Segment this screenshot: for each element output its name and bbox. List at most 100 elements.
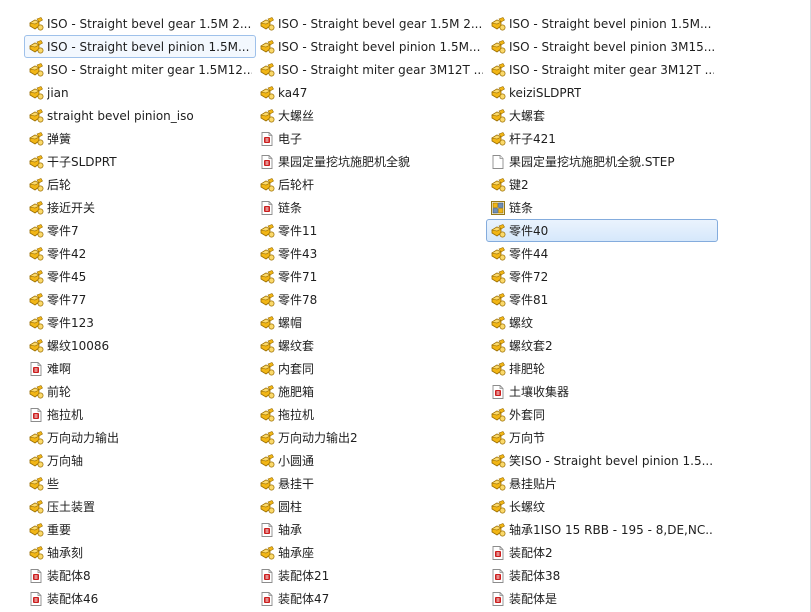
file-item[interactable]: jian — [24, 81, 256, 104]
file-item[interactable]: 轴承1ISO 15 RBB - 195 - 8,DE,NC... — [486, 518, 718, 541]
solidworks-drawing-icon — [490, 384, 506, 400]
file-item[interactable]: 零件11 — [255, 219, 487, 242]
file-item[interactable]: 零件7 — [24, 219, 256, 242]
file-item[interactable]: 果园定量挖坑施肥机全貌 — [255, 150, 487, 173]
file-item-label: 弹簧 — [47, 132, 72, 146]
file-item[interactable]: 压土装置 — [24, 495, 256, 518]
file-item[interactable]: 些 — [24, 472, 256, 495]
solidworks-part-icon — [259, 315, 275, 331]
file-item[interactable]: 外套同 — [486, 403, 718, 426]
file-item[interactable]: 果园定量挖坑施肥机全貌.STEP — [486, 150, 718, 173]
file-item[interactable]: keiziSLDPRT — [486, 81, 718, 104]
file-item-label: 圆柱 — [278, 500, 303, 514]
file-item[interactable]: 零件43 — [255, 242, 487, 265]
file-item[interactable]: ka47 — [255, 81, 487, 104]
file-item-label: 拖拉机 — [278, 408, 315, 422]
file-item[interactable]: 杆子421 — [486, 127, 718, 150]
file-item[interactable]: 轴承 — [255, 518, 487, 541]
file-item[interactable]: 万向节 — [486, 426, 718, 449]
file-item-label: ISO - Straight miter gear 1.5M12... — [47, 63, 252, 77]
solidworks-part-icon — [28, 39, 44, 55]
file-item-label: 小圆通 — [278, 454, 315, 468]
file-item-label: 土壤收集器 — [509, 385, 570, 399]
file-item[interactable]: 后轮 — [24, 173, 256, 196]
solidworks-part-icon — [259, 476, 275, 492]
file-item[interactable]: 大螺丝 — [255, 104, 487, 127]
file-item[interactable]: 万向轴 — [24, 449, 256, 472]
file-item[interactable]: 装配体2 — [486, 541, 718, 564]
file-item[interactable]: 装配体46 — [24, 587, 256, 610]
file-item[interactable]: 接近开关 — [24, 196, 256, 219]
file-item[interactable]: 排肥轮 — [486, 357, 718, 380]
file-item[interactable]: 万向动力输出2 — [255, 426, 487, 449]
file-item-label: 重要 — [47, 523, 72, 537]
file-item[interactable]: ISO - Straight miter gear 3M12T ... — [486, 58, 718, 81]
file-item[interactable]: 螺帽 — [255, 311, 487, 334]
file-item[interactable]: 轴承刻 — [24, 541, 256, 564]
file-item[interactable]: 圆柱 — [255, 495, 487, 518]
file-item[interactable]: ISO - Straight miter gear 3M12T ... — [255, 58, 487, 81]
file-item[interactable]: 螺纹 — [486, 311, 718, 334]
file-item[interactable]: 链条 — [255, 196, 487, 219]
file-item[interactable]: 零件123 — [24, 311, 256, 334]
file-item[interactable]: ISO - Straight bevel pinion 1.5M... — [486, 12, 718, 35]
file-item[interactable]: 笑ISO - Straight bevel pinion 1.5... — [486, 449, 718, 472]
file-item[interactable]: 装配体38 — [486, 564, 718, 587]
file-item[interactable]: 零件45 — [24, 265, 256, 288]
file-item[interactable]: 装配体47 — [255, 587, 487, 610]
file-item[interactable]: 大螺套 — [486, 104, 718, 127]
file-item[interactable]: 万向动力输出 — [24, 426, 256, 449]
file-item[interactable]: 零件44 — [486, 242, 718, 265]
file-item[interactable]: 土壤收集器 — [486, 380, 718, 403]
file-item[interactable]: 难啊 — [24, 357, 256, 380]
file-item[interactable]: 重要 — [24, 518, 256, 541]
file-item[interactable]: 拖拉机 — [24, 403, 256, 426]
file-item-label: 装配体2 — [509, 546, 553, 560]
file-item[interactable]: ISO - Straight bevel pinion 1.5M... — [24, 35, 256, 58]
file-item[interactable]: ISO - Straight bevel pinion 1.5M... — [255, 35, 487, 58]
file-item[interactable]: 零件78 — [255, 288, 487, 311]
file-item[interactable]: 悬挂贴片 — [486, 472, 718, 495]
file-item[interactable]: 弹簧 — [24, 127, 256, 150]
file-item[interactable]: 零件81 — [486, 288, 718, 311]
solidworks-part-icon — [28, 223, 44, 239]
file-item[interactable]: 电子 — [255, 127, 487, 150]
solidworks-part-icon — [259, 177, 275, 193]
file-item[interactable]: 前轮 — [24, 380, 256, 403]
file-item[interactable]: 轴承座 — [255, 541, 487, 564]
file-item-label: ISO - Straight bevel pinion 1.5M... — [278, 40, 481, 54]
file-item[interactable]: 螺纹套 — [255, 334, 487, 357]
file-item[interactable]: ISO - Straight bevel pinion 3M15... — [486, 35, 718, 58]
file-item[interactable]: 零件72 — [486, 265, 718, 288]
file-item[interactable]: 螺纹10086 — [24, 334, 256, 357]
file-item[interactable]: 干子SLDPRT — [24, 150, 256, 173]
generic-file-icon — [490, 154, 506, 170]
file-item[interactable]: ISO - Straight bevel gear 1.5M 2... — [24, 12, 256, 35]
solidworks-part-icon — [259, 16, 275, 32]
file-item-label: 装配体21 — [278, 569, 330, 583]
file-item[interactable]: 拖拉机 — [255, 403, 487, 426]
file-item[interactable]: 内套同 — [255, 357, 487, 380]
file-item[interactable]: 小圆通 — [255, 449, 487, 472]
file-item[interactable]: ISO - Straight bevel gear 1.5M 2... — [255, 12, 487, 35]
file-item[interactable]: 装配体是 — [486, 587, 718, 610]
file-item[interactable]: 零件71 — [255, 265, 487, 288]
file-item[interactable]: 悬挂干 — [255, 472, 487, 495]
file-item-label: 施肥箱 — [278, 385, 315, 399]
file-item[interactable]: 施肥箱 — [255, 380, 487, 403]
file-item[interactable]: ISO - Straight miter gear 1.5M12... — [24, 58, 256, 81]
file-item[interactable]: 键2 — [486, 173, 718, 196]
solidworks-drawing-icon — [28, 407, 44, 423]
file-item[interactable]: 零件42 — [24, 242, 256, 265]
file-item[interactable]: 装配体21 — [255, 564, 487, 587]
file-item[interactable]: straight bevel pinion_iso — [24, 104, 256, 127]
file-item[interactable]: 螺纹套2 — [486, 334, 718, 357]
file-item[interactable]: 零件77 — [24, 288, 256, 311]
file-item[interactable]: 零件40 — [486, 219, 718, 242]
solidworks-part-icon — [28, 476, 44, 492]
solidworks-part-icon — [490, 108, 506, 124]
file-item[interactable]: 长螺纹 — [486, 495, 718, 518]
file-item[interactable]: 后轮杆 — [255, 173, 487, 196]
file-item[interactable]: 装配体8 — [24, 564, 256, 587]
file-item[interactable]: 链条 — [486, 196, 718, 219]
